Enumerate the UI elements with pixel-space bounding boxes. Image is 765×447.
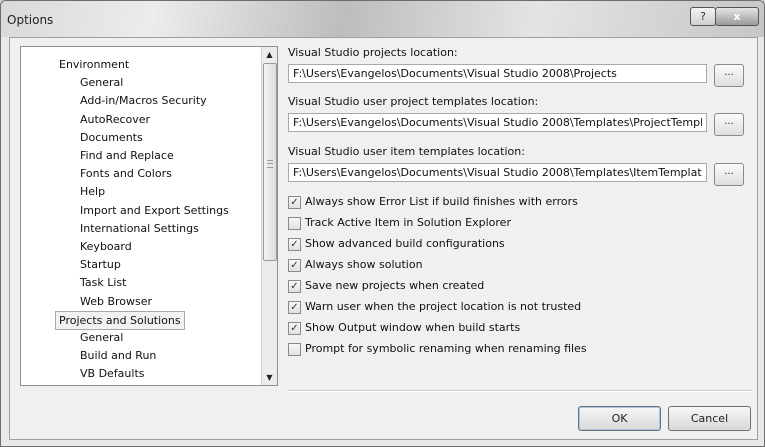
option-label: Always show Error List if build finishes… — [305, 195, 578, 208]
item-templates-location-browse-button[interactable]: ... — [714, 163, 744, 186]
dialog-title: Options — [7, 13, 54, 27]
close-button[interactable]: x — [715, 7, 759, 26]
option-checkbox-row[interactable]: ✓ Always show solution — [288, 258, 423, 274]
cancel-button[interactable]: Cancel — [668, 406, 751, 431]
project-templates-location-browse-button[interactable]: ... — [714, 113, 744, 136]
option-checkbox-row[interactable]: ✓ Show advanced build configurations — [288, 237, 505, 253]
tree-item[interactable]: Web Browser — [80, 293, 152, 310]
tree-item[interactable]: Task List — [80, 274, 126, 291]
scroll-thumb[interactable] — [263, 63, 277, 261]
checkbox-checked-icon[interactable]: ✓ — [288, 258, 301, 272]
option-label: Track Active Item in Solution Explorer — [305, 216, 511, 229]
option-checkbox-row[interactable]: ✓ Show Output window when build starts — [288, 321, 520, 337]
tree-item[interactable]: Fonts and Colors — [80, 165, 172, 182]
scroll-up-icon[interactable]: ▲ — [262, 47, 277, 62]
projects-location-input[interactable] — [288, 64, 707, 83]
options-tree[interactable]: Environment General Add-in/Macros Security… — [20, 46, 278, 386]
option-checkbox-row[interactable]: Track Active Item in Solution Explorer — [288, 216, 511, 232]
scroll-down-icon[interactable]: ▼ — [262, 370, 277, 385]
option-label: Warn user when the project location is n… — [305, 300, 582, 313]
tree-category[interactable]: Source Control — [59, 384, 140, 385]
tree-item[interactable]: Find and Replace — [80, 147, 174, 164]
project-templates-location-input[interactable] — [288, 113, 707, 132]
title-bar: Options ? x — [1, 1, 764, 37]
option-label: Show Output window when build starts — [305, 321, 521, 334]
tree-item[interactable]: Add-in/Macros Security — [80, 92, 207, 109]
separator — [288, 390, 752, 392]
options-dialog: Options ? x Environment General Add-in/Mac… — [0, 0, 765, 447]
option-checkbox-row[interactable]: ✓ Always show Error List if build finishe… — [288, 195, 578, 211]
checkbox-checked-icon[interactable]: ✓ — [288, 321, 301, 335]
tree-scrollbar[interactable]: ▲ ▼ — [261, 47, 277, 385]
item-templates-location-label: Visual Studio user item templates locati… — [288, 145, 525, 158]
tree-item[interactable]: VB Defaults — [80, 365, 145, 382]
tree-item[interactable]: AutoRecover — [80, 111, 150, 128]
project-templates-location-label: Visual Studio user project templates loc… — [288, 95, 539, 108]
tree-item[interactable]: Help — [80, 183, 105, 200]
checkbox-unchecked-icon[interactable] — [288, 342, 301, 356]
option-label: Save new projects when created — [305, 279, 485, 292]
tree-item[interactable]: Keyboard — [80, 238, 132, 255]
option-label: Prompt for symbolic renaming when renami… — [305, 342, 587, 355]
option-checkbox-row[interactable]: ✓ Warn user when the project location is … — [288, 300, 581, 316]
tree-item[interactable]: Import and Export Settings — [80, 202, 229, 219]
projects-location-label: Visual Studio projects location: — [288, 46, 458, 59]
checkbox-unchecked-icon[interactable] — [288, 216, 301, 230]
tree-category[interactable]: Projects and Solutions — [55, 310, 185, 330]
checkbox-checked-icon[interactable]: ✓ — [288, 195, 301, 209]
tree-item[interactable]: General — [80, 329, 123, 346]
tree-category[interactable]: Environment — [59, 56, 129, 73]
tree-item[interactable]: Documents — [80, 129, 143, 146]
checkbox-checked-icon[interactable]: ✓ — [288, 300, 301, 314]
ok-button[interactable]: OK — [578, 406, 661, 431]
tree-item[interactable]: General — [80, 74, 123, 91]
option-label: Always show solution — [305, 258, 423, 271]
tree-item[interactable]: Startup — [80, 256, 121, 273]
checkbox-checked-icon[interactable]: ✓ — [288, 279, 301, 293]
projects-location-browse-button[interactable]: ... — [714, 64, 744, 87]
item-templates-location-input[interactable] — [288, 163, 707, 182]
tree-item[interactable]: International Settings — [80, 220, 199, 237]
tree-item[interactable]: Build and Run — [80, 347, 156, 364]
dialog-body: Environment General Add-in/Macros Security… — [9, 37, 758, 440]
checkbox-checked-icon[interactable]: ✓ — [288, 237, 301, 251]
option-label: Show advanced build configurations — [305, 237, 505, 250]
grip-icon — [267, 160, 273, 168]
option-checkbox-row[interactable]: ✓ Save new projects when created — [288, 279, 484, 295]
option-checkbox-row[interactable]: Prompt for symbolic renaming when renami… — [288, 342, 587, 358]
help-button[interactable]: ? — [690, 7, 716, 26]
